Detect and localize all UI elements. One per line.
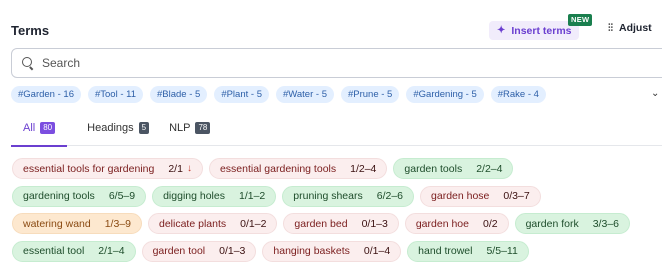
term-chip[interactable]: delicate plants 0/1–2 [148, 213, 278, 234]
term-count: 5/5–11 [486, 245, 518, 257]
term-chip[interactable]: gardening tools 6/5–9 [12, 185, 147, 207]
adjust-button[interactable]: ⫶⫶ Adjust [608, 22, 652, 34]
term-chip[interactable]: garden fork 3/3–6 [514, 213, 630, 234]
term-chip[interactable]: hand trowel 5/5–11 [407, 240, 529, 262]
tab-bar: All 80 Headings 5 NLP 78 [11, 116, 662, 147]
filter-chip[interactable]: #Rake - 4 [490, 86, 546, 103]
tab-count-badge: 78 [195, 122, 211, 134]
term-text: hanging baskets [273, 245, 350, 257]
term-count: 1/3–9 [104, 217, 131, 230]
term-chip[interactable]: garden tool 0/1–3 [141, 240, 257, 262]
term-count: 2/2–4 [476, 162, 503, 175]
term-text: hand trowel [418, 245, 473, 257]
term-text: essential tools for gardening [23, 162, 155, 175]
term-count: 0/2 [482, 217, 498, 230]
tab-count-badge: 5 [138, 122, 150, 134]
term-chip[interactable]: garden hose 0/3–7 [420, 185, 541, 207]
filter-chip[interactable]: #Water - 5 [275, 86, 334, 103]
term-chip[interactable]: essential gardening tools 1/2–4 [208, 158, 388, 179]
term-text: essential tool [23, 245, 85, 257]
page-title: Terms [11, 23, 50, 38]
term-text: essential gardening tools [219, 162, 337, 175]
filter-chip[interactable]: #Tool - 11 [87, 86, 143, 103]
term-chip[interactable]: garden tools 2/2–4 [393, 158, 514, 179]
insert-terms-button[interactable]: ✦ Insert terms [489, 21, 579, 40]
term-text: garden tool [152, 245, 206, 257]
search-input[interactable] [42, 56, 602, 70]
term-chip[interactable]: digging holes 1/1–2 [152, 185, 277, 207]
sparkle-icon: ✦ [497, 25, 506, 36]
terms-list: essential tools for gardening 2/1 ↓ essenti… [12, 158, 662, 272]
insert-terms-label: Insert terms [511, 24, 572, 37]
term-count: 6/2–6 [376, 190, 404, 202]
arrow-down-icon: ↓ [186, 163, 192, 174]
term-count: 2/1–4 [98, 245, 125, 257]
tab-count-badge: 80 [40, 122, 56, 134]
term-row: essential tools for gardening 2/1 ↓ essenti… [12, 158, 662, 179]
term-count: 6/5–9 [108, 190, 136, 202]
term-chip[interactable]: garden bed 0/1–3 [283, 213, 399, 234]
adjust-label: Adjust [619, 22, 652, 34]
search-icon [22, 57, 34, 69]
tab-nlp[interactable]: NLP 78 [169, 116, 211, 146]
term-chip[interactable]: garden hoe 0/2 [404, 213, 509, 234]
term-text: garden hose [431, 190, 490, 202]
tab-all[interactable]: All 80 [11, 116, 68, 147]
term-text: delicate plants [159, 217, 227, 230]
filter-chip[interactable]: #Garden - 16 [11, 86, 81, 103]
tab-label: All [23, 122, 36, 134]
tab-headings[interactable]: Headings 5 [87, 116, 150, 146]
search-box[interactable] [11, 48, 662, 78]
term-chip[interactable]: essential tool 2/1–4 [12, 240, 136, 262]
term-text: garden hoe [415, 217, 469, 230]
filter-chip[interactable]: #Blade - 5 [150, 86, 208, 103]
term-row: essential tool 2/1–4 garden tool 0/1–3 hangi… [12, 240, 662, 262]
filter-chip[interactable]: #Prune - 5 [340, 86, 400, 103]
term-count: 0/1–3 [219, 245, 246, 257]
term-text: gardening tools [23, 190, 95, 202]
term-count: 0/3–7 [503, 190, 530, 202]
term-chip[interactable]: watering wand 1/3–9 [12, 213, 142, 234]
tab-label: Headings [87, 122, 134, 134]
term-count: 0/1–4 [363, 245, 391, 257]
term-text: garden fork [525, 217, 579, 230]
tab-label: NLP [169, 122, 191, 134]
term-count: 0/1–3 [361, 217, 388, 230]
term-text: digging holes [163, 190, 225, 202]
term-chip[interactable]: pruning shears 6/2–6 [282, 185, 415, 207]
term-chip[interactable]: essential tools for gardening 2/1 ↓ [12, 158, 203, 179]
term-text: garden bed [294, 217, 348, 230]
term-chip[interactable]: hanging baskets 0/1–4 [262, 240, 402, 262]
term-count: 1/2–4 [350, 162, 377, 175]
term-text: garden tools [404, 162, 463, 175]
new-badge: NEW [568, 14, 593, 26]
sliders-icon: ⫶⫶ [608, 22, 613, 34]
chevron-down-icon[interactable]: ⌄ [651, 88, 659, 99]
filter-chip[interactable]: #Gardening - 5 [406, 86, 484, 103]
term-count: 3/3–6 [592, 217, 619, 230]
term-row: gardening tools 6/5–9 digging holes 1/1–2 pr… [12, 185, 662, 207]
term-count: 2/1 [168, 162, 183, 175]
filter-chip[interactable]: #Plant - 5 [214, 86, 269, 103]
term-row: watering wand 1/3–9 delicate plants 0/1–2 ga… [12, 213, 662, 234]
term-count: 0/1–2 [240, 217, 267, 230]
term-count: 1/1–2 [238, 190, 266, 202]
filter-chips: #Garden - 16 #Tool - 11 #Blade - 5 #Plan… [11, 86, 546, 103]
term-text: watering wand [23, 217, 91, 230]
term-text: pruning shears [293, 190, 363, 202]
